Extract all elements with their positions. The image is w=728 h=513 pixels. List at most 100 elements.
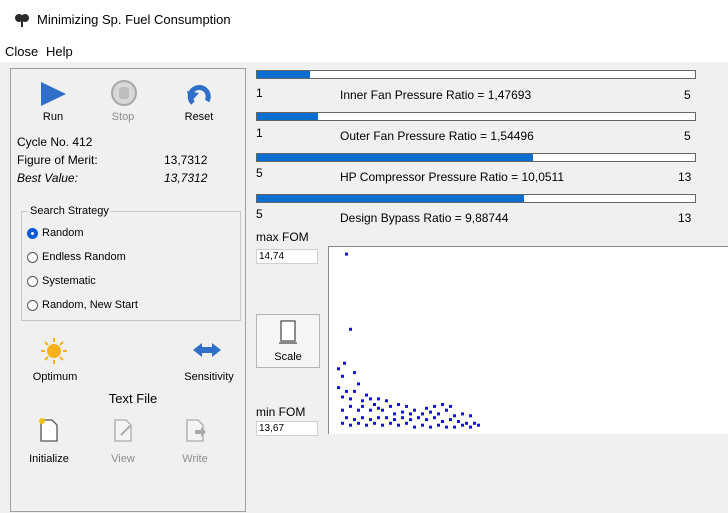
scatter-point	[465, 421, 468, 425]
reset-button[interactable]: Reset	[169, 77, 229, 123]
outer-fan-label: Outer Fan Pressure Ratio = 1,54496	[340, 129, 534, 143]
scatter-point	[349, 404, 352, 408]
scatter-point	[345, 416, 348, 420]
inner-fan-label: Inner Fan Pressure Ratio = 1,47693	[340, 88, 532, 102]
radio-random-new-start[interactable]: Random, New Start	[27, 299, 138, 311]
scatter-point	[337, 386, 340, 390]
scatter-point	[449, 418, 452, 422]
horizontal-arrows-icon	[193, 343, 221, 357]
scatter-point	[373, 421, 376, 425]
run-button[interactable]: Run	[23, 77, 83, 123]
fom-value: 13,7312	[164, 153, 208, 167]
view-label: View	[111, 453, 135, 465]
radio-icon	[27, 275, 38, 287]
hp-compressor-bar[interactable]	[256, 153, 696, 162]
scatter-point	[429, 425, 432, 429]
scatter-point	[449, 404, 452, 408]
window-title: Minimizing Sp. Fuel Consumption	[37, 12, 231, 27]
scatter-point	[337, 367, 340, 371]
scatter-point	[389, 421, 392, 425]
stop-label: Stop	[111, 111, 135, 123]
write-button[interactable]: Write	[167, 415, 223, 467]
menu-close[interactable]: Close	[5, 44, 38, 59]
scatter-point	[349, 423, 352, 427]
radio-systematic[interactable]: Systematic	[27, 275, 96, 287]
scatter-point	[341, 408, 344, 412]
scatter-point	[417, 416, 420, 420]
text-file-title: Text File	[108, 391, 158, 406]
outer-fan-bar[interactable]	[256, 112, 696, 121]
scatter-point	[353, 371, 356, 375]
app-icon	[15, 14, 29, 27]
scatter-point	[461, 412, 464, 416]
bar-fill	[257, 71, 310, 78]
bypass-ratio-min: 5	[256, 207, 263, 221]
stop-hand-icon	[111, 80, 137, 106]
scatter-point	[373, 403, 376, 406]
radio-label: Random	[42, 227, 84, 239]
radio-random[interactable]: Random	[27, 227, 84, 239]
scatter-point	[397, 403, 400, 406]
scatter-point	[369, 408, 372, 412]
optimum-button[interactable]: Optimum	[25, 337, 85, 385]
bypass-ratio-bar[interactable]	[256, 194, 696, 203]
menu-help[interactable]: Help	[46, 44, 73, 59]
stop-button[interactable]: Stop	[93, 77, 153, 123]
scatter-point	[389, 404, 392, 408]
scatter-point	[429, 410, 432, 414]
best-label: Best Value:	[17, 171, 78, 185]
radio-selected-icon	[27, 227, 38, 239]
view-button[interactable]: View	[95, 415, 151, 467]
scale-button[interactable]: Scale	[256, 314, 320, 368]
scatter-point	[393, 418, 396, 422]
scatter-point	[401, 416, 404, 420]
scatter-point	[353, 418, 356, 422]
scatter-point	[349, 327, 352, 331]
write-file-icon	[186, 419, 206, 442]
min-fom-label: min FOM	[256, 405, 306, 419]
scale-icon	[279, 320, 297, 344]
hp-compressor-max: 13	[678, 170, 692, 184]
bar-fill	[257, 154, 533, 161]
initialize-button[interactable]: Initialize	[21, 415, 77, 467]
scatter-point	[353, 389, 356, 393]
inner-fan-bar[interactable]	[256, 70, 696, 79]
scatter-point	[369, 418, 372, 422]
control-panel: Run Stop Reset Cycle No. 412 Figure of M…	[10, 68, 246, 512]
scatter-point	[433, 404, 436, 408]
scatter-point	[445, 408, 448, 412]
scatter-point	[421, 412, 424, 416]
scatter-point	[357, 408, 360, 412]
scatter-point	[377, 416, 380, 420]
scatter-point	[425, 406, 428, 410]
scatter-point	[361, 416, 364, 420]
fom-label: Figure of Merit:	[17, 153, 98, 167]
min-fom-field[interactable]: 13,67	[256, 421, 318, 436]
max-fom-field[interactable]: 14,74	[256, 249, 318, 264]
scatter-point	[357, 421, 360, 425]
scatter-point	[341, 374, 344, 378]
scatter-point	[477, 423, 480, 427]
scatter-point	[377, 406, 380, 410]
scatter-point	[341, 421, 344, 425]
cycle-number: Cycle No. 412	[17, 135, 93, 149]
undo-icon	[187, 85, 211, 105]
radio-label: Endless Random	[42, 251, 126, 263]
optimum-label: Optimum	[32, 371, 78, 383]
radio-endless-random[interactable]: Endless Random	[27, 251, 126, 263]
scatter-point	[397, 423, 400, 427]
scatter-point	[381, 423, 384, 427]
scatter-point	[433, 416, 436, 420]
scatter-point	[453, 425, 456, 429]
sensitivity-label: Sensitivity	[184, 371, 234, 383]
scatter-point	[345, 389, 348, 393]
scatter-point	[453, 414, 456, 418]
reset-label: Reset	[184, 111, 214, 123]
scatter-point	[377, 397, 380, 401]
scatter-point	[409, 418, 412, 422]
scatter-point	[361, 404, 364, 408]
outer-fan-min: 1	[256, 126, 263, 140]
sensitivity-button[interactable]: Sensitivity	[175, 337, 243, 385]
scatter-point	[405, 421, 408, 425]
play-icon	[41, 82, 66, 106]
